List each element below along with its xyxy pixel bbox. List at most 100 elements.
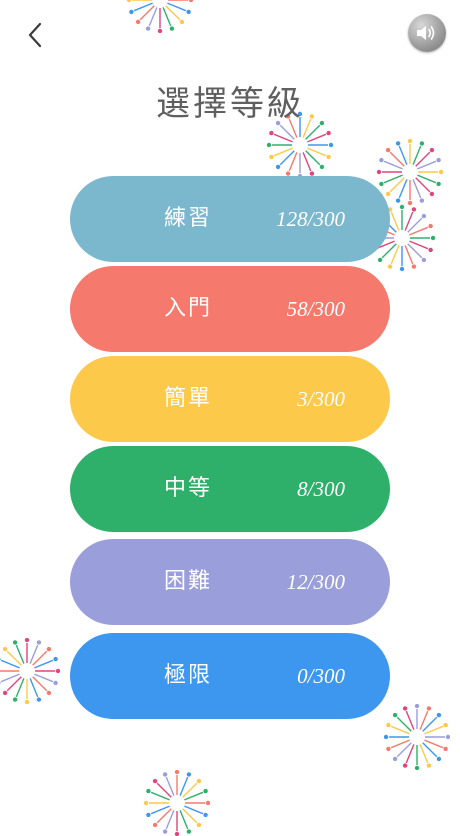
firework-spark (328, 142, 334, 148)
firework-spark (53, 656, 58, 662)
firework-spark (436, 712, 442, 718)
firework-ray (412, 179, 422, 199)
firework-spark (157, 28, 163, 34)
firework-decoration (384, 704, 450, 770)
level-name: 中等 (163, 476, 212, 501)
firework-spark (385, 147, 391, 153)
firework-spark (2, 646, 8, 652)
firework-spark (445, 734, 450, 740)
firework-ray (0, 673, 20, 683)
firework-spark (12, 697, 18, 702)
firework-ray (179, 810, 189, 830)
firework-spark (421, 257, 427, 263)
level-button-extreme[interactable]: 極限 0/300 (70, 633, 390, 719)
firework-spark (379, 157, 384, 163)
firework-spark (414, 704, 420, 709)
level-button-easy[interactable]: 簡單 3/300 (70, 356, 390, 442)
firework-ray (6, 676, 22, 692)
firework-spark (438, 169, 444, 175)
firework-ray (29, 644, 39, 664)
firework-spark (275, 164, 281, 170)
firework-ray (389, 177, 405, 193)
level-button-practice[interactable]: 練習 128/300 (70, 176, 390, 262)
firework-ray (383, 174, 403, 184)
firework-decoration (0, 638, 60, 704)
firework-spark (379, 181, 384, 187)
firework-spark (419, 141, 425, 146)
level-button-hard[interactable]: 困難 12/300 (70, 539, 390, 625)
firework-spark (144, 800, 149, 806)
firework-ray (415, 177, 431, 193)
firework-spark (186, 829, 192, 834)
firework-ray (404, 245, 414, 265)
firework-spark (46, 690, 52, 696)
firework-ray (417, 160, 437, 170)
firework-spark (326, 154, 331, 160)
firework-decoration (126, 0, 194, 34)
firework-spark (146, 788, 151, 794)
firework-ray (165, 776, 175, 796)
firework-spark (203, 788, 208, 794)
firework-ray (305, 150, 321, 166)
firework-ray (381, 243, 397, 259)
firework-spark (428, 247, 433, 253)
firework-ray (34, 673, 54, 683)
firework-ray (150, 805, 170, 815)
firework-spark (269, 154, 274, 160)
level-button-medium[interactable]: 中等 8/300 (70, 446, 390, 532)
firework-ray (307, 133, 327, 143)
firework-ray (424, 739, 444, 749)
firework-ray (407, 217, 423, 233)
level-name: 練習 (163, 206, 212, 231)
sound-toggle-button[interactable] (408, 14, 446, 52)
firework-spark (392, 712, 398, 718)
firework-spark (386, 722, 391, 728)
back-button[interactable] (20, 20, 50, 50)
firework-spark (399, 204, 405, 210)
firework-spark (269, 130, 274, 136)
level-progress: 8/300 (297, 477, 345, 501)
firework-ray (422, 742, 438, 758)
firework-ray (15, 644, 25, 664)
back-chevron-icon (28, 22, 42, 48)
firework-spark (152, 822, 158, 828)
firework-spark (146, 812, 151, 818)
firework-spark (162, 829, 168, 834)
firework-ray (389, 151, 405, 167)
firework-spark (419, 198, 425, 203)
firework-spark (186, 772, 192, 777)
firework-spark (411, 264, 417, 269)
firework-spark (436, 756, 442, 762)
firework-spark (145, 26, 151, 31)
firework-ray (179, 776, 189, 796)
firework-spark (24, 699, 30, 704)
firework-ray (273, 147, 293, 157)
firework-ray (302, 152, 312, 172)
level-progress: 128/300 (276, 207, 345, 231)
firework-ray (182, 808, 198, 824)
firework-ray (148, 7, 158, 27)
firework-ray (407, 243, 423, 259)
firework-ray (396, 716, 412, 732)
firework-spark (12, 640, 18, 645)
firework-ray (167, 2, 187, 12)
firework-ray (396, 742, 412, 758)
firework-spark (203, 812, 208, 818)
firework-spark (326, 130, 331, 136)
firework-ray (390, 211, 400, 231)
level-button-beginner[interactable]: 入門 58/300 (70, 266, 390, 352)
firework-spark (426, 706, 432, 711)
firework-ray (307, 147, 327, 157)
firework-ray (409, 226, 429, 236)
firework-spark (376, 169, 382, 175)
firework-ray (0, 659, 20, 669)
firework-spark (205, 800, 210, 806)
firework-spark (414, 765, 420, 770)
firework-spark (377, 257, 383, 263)
firework-spark (162, 772, 168, 777)
level-name: 入門 (163, 296, 212, 321)
firework-spark (174, 831, 180, 836)
firework-ray (405, 710, 415, 730)
firework-ray (279, 150, 295, 166)
firework-spark (36, 640, 42, 645)
